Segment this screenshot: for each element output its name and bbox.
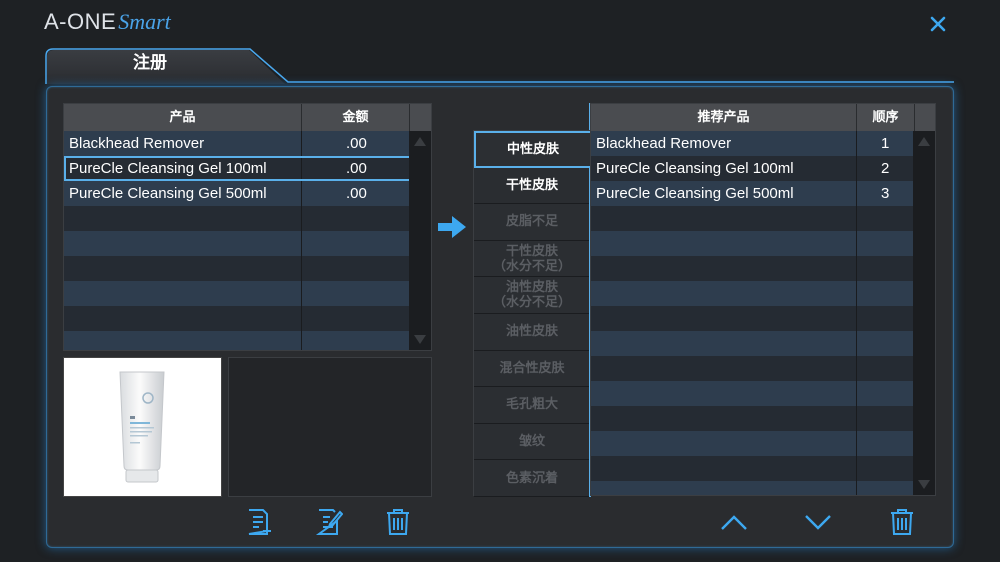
- table-row-empty: [591, 306, 935, 331]
- recommended-product-name: Blackhead Remover: [591, 131, 857, 156]
- skin-type-item[interactable]: 混合性皮肤: [474, 350, 590, 388]
- skin-type-item[interactable]: 油性皮肤 （水分不足）: [474, 277, 590, 314]
- table-row-empty: [591, 431, 935, 456]
- table-row-empty: [591, 256, 935, 281]
- skin-type-item[interactable]: 皮脂不足: [474, 204, 590, 241]
- edit-button[interactable]: [313, 507, 344, 537]
- column-header-product: 产品: [64, 104, 302, 131]
- skin-type-item[interactable]: 油性皮肤: [474, 313, 590, 351]
- column-header-amount: 金额: [302, 104, 410, 131]
- column-header-order: 顺序: [857, 104, 915, 131]
- product-name: Blackhead Remover: [64, 131, 302, 156]
- scroll-up-arrow-icon[interactable]: [918, 137, 930, 146]
- table-row-empty: [591, 406, 935, 431]
- delete-recommended-button[interactable]: [887, 507, 917, 537]
- scroll-down-arrow-icon[interactable]: [414, 335, 426, 344]
- add-button[interactable]: [243, 507, 273, 537]
- skin-type-list: 中性皮肤 干性皮肤 皮脂不足 干性皮肤 （水分不足） 油性皮肤 （水分不足） 油…: [473, 130, 591, 497]
- table-row-empty: [64, 306, 431, 331]
- table-row[interactable]: Blackhead Remover .00: [64, 131, 431, 156]
- skin-type-item[interactable]: 毛孔粗大: [474, 387, 590, 424]
- table-row[interactable]: PureCle Cleansing Gel 500ml 3: [591, 181, 935, 206]
- move-up-button[interactable]: [719, 507, 749, 537]
- table-row[interactable]: PureCle Cleansing Gel 500ml .00: [64, 181, 431, 206]
- products-table-header: 产品 金额: [64, 104, 431, 131]
- skin-type-item[interactable]: 色素沉着: [474, 460, 590, 497]
- chevron-up-icon: [721, 515, 747, 530]
- products-table-body: Blackhead Remover .00 PureCle Cleansing …: [64, 131, 431, 350]
- skin-type-item[interactable]: 中性皮肤: [474, 131, 590, 168]
- arrow-right-icon: [438, 216, 466, 238]
- scroll-up-arrow-icon[interactable]: [414, 137, 426, 146]
- chevron-down-icon: [805, 515, 831, 530]
- table-row[interactable]: PureCle Cleansing Gel 100ml 2: [591, 156, 935, 181]
- recommended-product-name: PureCle Cleansing Gel 500ml: [591, 181, 857, 206]
- delete-product-button[interactable]: [383, 507, 413, 537]
- move-down-button[interactable]: [803, 507, 833, 537]
- recommended-product-name: PureCle Cleansing Gel 100ml: [591, 156, 857, 181]
- skin-type-item[interactable]: 皱纹: [474, 423, 590, 461]
- column-header-recommended-product: 推荐产品: [591, 104, 857, 131]
- table-row-empty: [64, 256, 431, 281]
- product-amount: .00: [302, 131, 410, 156]
- product-name: PureCle Cleansing Gel 500ml: [64, 181, 302, 206]
- table-row-empty: [591, 481, 935, 495]
- table-row-empty: [591, 331, 935, 356]
- transfer-button[interactable]: [437, 214, 467, 240]
- table-row-empty: [591, 456, 935, 481]
- trash-icon: [891, 509, 913, 535]
- recommended-order: 2: [857, 156, 915, 181]
- table-row-empty: [64, 331, 431, 350]
- products-table: 产品 金额 Blackhead Remover .00 PureCle Clea…: [63, 103, 432, 351]
- add-document-icon: [248, 509, 271, 535]
- edit-document-icon: [315, 509, 344, 535]
- table-row-empty: [64, 281, 431, 306]
- product-amount: .00: [302, 156, 410, 181]
- trash-icon: [387, 509, 409, 535]
- tab-register[interactable]: 注册: [50, 48, 250, 78]
- table-row-selected[interactable]: PureCle Cleansing Gel 100ml .00: [64, 156, 431, 181]
- products-scrollbar[interactable]: [409, 131, 431, 350]
- product-image: [63, 357, 222, 497]
- table-row-empty: [591, 206, 935, 231]
- recommended-order: 1: [857, 131, 915, 156]
- skin-type-item[interactable]: 干性皮肤 （水分不足）: [474, 240, 590, 278]
- recommended-table: 推荐产品 顺序 Blackhead Remover 1 PureCle Clea…: [590, 103, 936, 496]
- recommended-table-body: Blackhead Remover 1 PureCle Cleansing Ge…: [591, 131, 935, 495]
- table-row-empty: [64, 231, 431, 256]
- recommended-order: 3: [857, 181, 915, 206]
- table-row-empty: [591, 231, 935, 256]
- recommended-table-header: 推荐产品 顺序: [591, 104, 935, 131]
- table-row-empty: [591, 381, 935, 406]
- recommended-scrollbar[interactable]: [913, 131, 935, 495]
- table-row-empty: [64, 206, 431, 231]
- product-image-secondary: [228, 357, 432, 497]
- table-row[interactable]: Blackhead Remover 1: [591, 131, 935, 156]
- table-row-empty: [591, 281, 935, 306]
- main-panel: 产品 金额 Blackhead Remover .00 PureCle Clea…: [46, 86, 954, 548]
- cleansing-gel-tube-image: [119, 371, 165, 483]
- skin-type-item[interactable]: 干性皮肤: [474, 167, 590, 205]
- table-row-empty: [591, 356, 935, 381]
- scroll-down-arrow-icon[interactable]: [918, 480, 930, 489]
- product-name: PureCle Cleansing Gel 100ml: [64, 156, 302, 181]
- product-amount: .00: [302, 181, 410, 206]
